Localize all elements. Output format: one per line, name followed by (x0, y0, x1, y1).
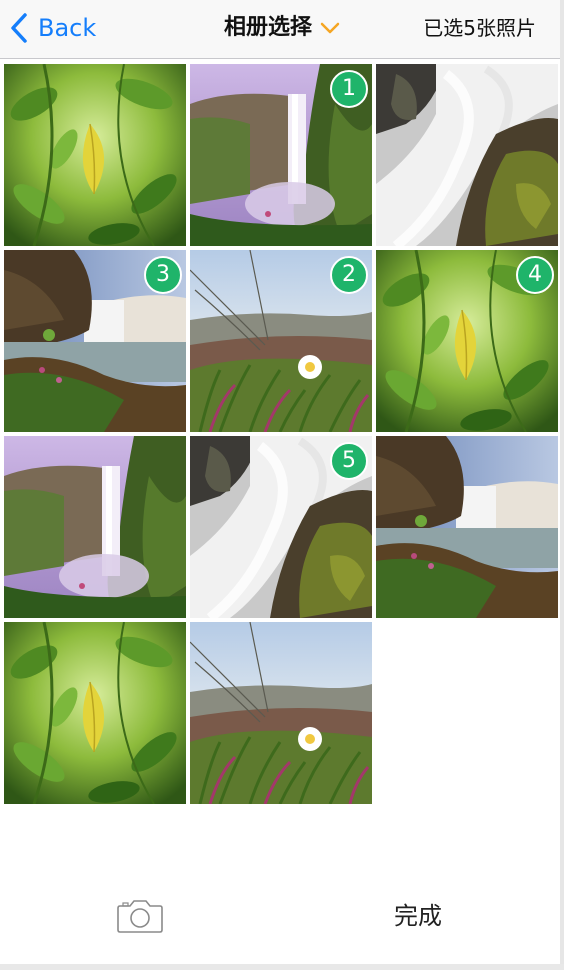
photo-thumbnail[interactable]: 1 (190, 64, 372, 246)
photo-image (376, 64, 558, 246)
camera-icon (116, 898, 164, 934)
album-selector[interactable]: 相册选择 (224, 11, 340, 45)
back-label: Back (38, 14, 97, 42)
photo-thumbnail[interactable]: 5 (190, 436, 372, 618)
selection-order-badge: 4 (516, 256, 554, 294)
selection-order-badge: 3 (144, 256, 182, 294)
selection-order-badge: 5 (330, 442, 368, 480)
photo-image (4, 622, 186, 804)
photo-image (376, 436, 558, 618)
back-button[interactable]: Back (10, 11, 96, 45)
camera-button[interactable] (116, 898, 164, 934)
photo-image (190, 622, 372, 804)
photo-thumbnail[interactable] (4, 436, 186, 618)
photo-picker-screen: Back 相册选择 已选5张照片 1 3 2 4 5 完成 (0, 0, 564, 970)
selection-order-badge: 2 (330, 256, 368, 294)
right-edge-divider (560, 0, 564, 970)
done-button[interactable]: 完成 (394, 896, 442, 936)
selected-count-label: 已选5张照片 (423, 16, 536, 40)
photo-image (4, 64, 186, 246)
bottom-toolbar: 完成 (0, 866, 560, 964)
page-title: 相册选择 (224, 15, 313, 40)
photo-image (4, 436, 186, 618)
photo-thumbnail[interactable]: 4 (376, 250, 558, 432)
chevron-left-icon (10, 12, 28, 44)
photo-thumbnail[interactable] (4, 622, 186, 804)
bottom-edge-divider (0, 964, 564, 970)
photo-thumbnail[interactable] (4, 64, 186, 246)
selection-order-badge: 1 (330, 70, 368, 108)
chevron-down-icon (312, 22, 340, 34)
photo-thumbnail[interactable]: 3 (4, 250, 186, 432)
photo-thumbnail[interactable] (376, 436, 558, 618)
photo-thumbnail[interactable] (376, 64, 558, 246)
navigation-bar: Back 相册选择 已选5张照片 (0, 0, 560, 59)
photo-thumbnail[interactable] (190, 622, 372, 804)
photo-thumbnail[interactable]: 2 (190, 250, 372, 432)
